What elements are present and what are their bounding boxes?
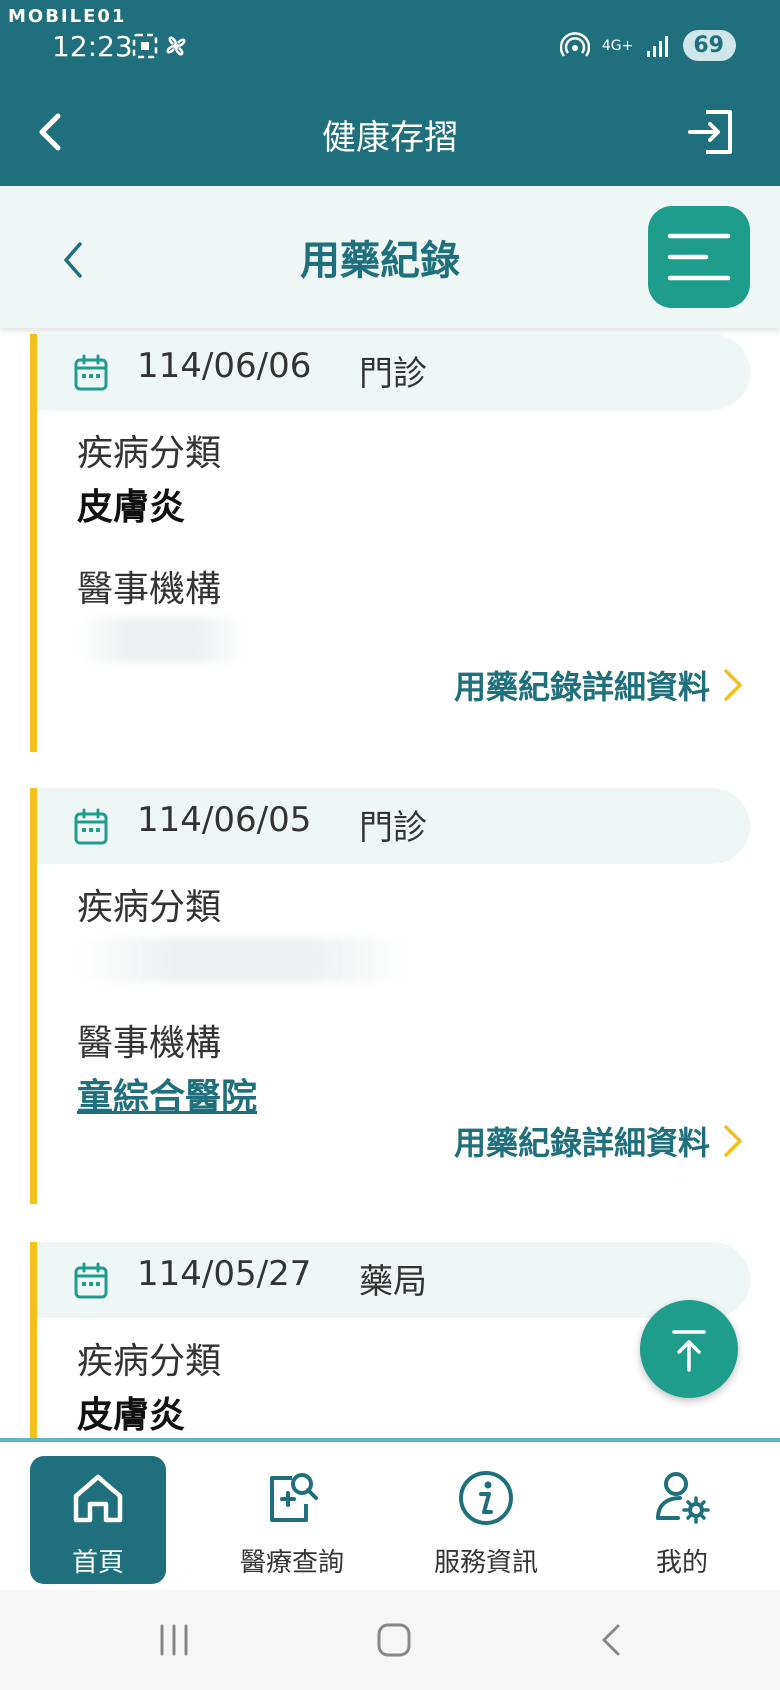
tab-home[interactable]: 首頁 xyxy=(30,1456,166,1584)
sub-header: 用藥紀錄 xyxy=(0,186,780,328)
record-type: 門診 xyxy=(359,354,427,394)
record-card: 114/06/06 門診 疾病分類 皮膚炎 醫事機構 用藥紀錄詳細資料 xyxy=(30,334,750,752)
status-icons-right: 4G+ 69 xyxy=(559,30,736,61)
arrow-up-icon xyxy=(672,1330,706,1372)
chevron-right-icon xyxy=(724,669,742,701)
status-bar: MOBILE01 12:23 4G+ 69 xyxy=(0,0,780,80)
logout-button[interactable] xyxy=(684,104,740,160)
record-date: 114/06/06 xyxy=(137,346,312,386)
disease-label: 疾病分類 xyxy=(77,887,222,928)
user-settings-icon xyxy=(656,1472,710,1524)
medication-record-list: 114/06/06 門診 疾病分類 皮膚炎 醫事機構 用藥紀錄詳細資料 114/… xyxy=(0,328,780,1438)
tab-label: 首頁 xyxy=(71,1548,124,1578)
record-header: 114/06/05 門診 xyxy=(37,788,750,864)
record-type: 藥局 xyxy=(359,1262,427,1302)
system-nav-bar xyxy=(0,1590,780,1690)
calendar-icon xyxy=(74,354,108,391)
home-icon xyxy=(73,1474,123,1523)
logout-icon xyxy=(688,110,732,154)
record-card: 114/06/05 門診 疾病分類 醫事機構 童綜合醫院 用藥紀錄詳細資料 xyxy=(30,788,750,1204)
detail-link-label: 用藥紀錄詳細資料 xyxy=(453,668,710,706)
disease-label: 疾病分類 xyxy=(77,1341,222,1382)
recent-apps-button[interactable] xyxy=(156,1622,192,1658)
app-title: 健康存摺 xyxy=(322,118,458,158)
record-date: 114/05/27 xyxy=(137,1254,312,1294)
status-icons-left xyxy=(132,32,192,64)
battery-level: 69 xyxy=(683,30,736,61)
tab-label: 我的 xyxy=(655,1548,708,1578)
watermark: MOBILE01 xyxy=(8,6,127,27)
disease-value: 皮膚炎 xyxy=(77,487,186,528)
institution-value-redacted xyxy=(77,618,247,662)
calendar-icon xyxy=(74,1262,108,1299)
menu-button[interactable] xyxy=(648,206,750,308)
record-detail-link[interactable]: 用藥紀錄詳細資料 xyxy=(454,1118,744,1164)
disease-label: 疾病分類 xyxy=(77,433,222,474)
record-date: 114/06/05 xyxy=(137,800,312,840)
record-detail-link[interactable]: 用藥紀錄詳細資料 xyxy=(454,662,744,708)
scroll-to-top-button[interactable] xyxy=(640,1300,738,1398)
tab-profile[interactable]: 我的 xyxy=(614,1456,750,1584)
tab-label: 醫療查詢 xyxy=(239,1548,344,1578)
tab-service-info[interactable]: 服務資訊 xyxy=(418,1456,554,1584)
record-header: 114/06/06 門診 xyxy=(37,334,750,410)
disease-value: 皮膚炎 xyxy=(77,1395,186,1436)
institution-label: 醫事機構 xyxy=(77,569,222,610)
chevron-right-icon xyxy=(724,1125,742,1157)
app-bar: 健康存摺 xyxy=(0,80,780,186)
institution-label: 醫事機構 xyxy=(77,1023,222,1064)
medical-search-icon xyxy=(270,1473,318,1522)
bottom-nav: 首頁 醫療查詢 服務資訊 我的 xyxy=(0,1438,780,1590)
back-nav-button[interactable] xyxy=(596,1620,628,1660)
hotspot-icon xyxy=(559,31,590,57)
menu-icon xyxy=(667,233,731,281)
tab-label: 服務資訊 xyxy=(433,1548,538,1578)
record-type: 門診 xyxy=(359,808,427,848)
institution-link[interactable]: 童綜合醫院 xyxy=(77,1068,257,1120)
tab-medical-search[interactable]: 醫療查詢 xyxy=(224,1456,360,1584)
home-nav-button[interactable] xyxy=(374,1620,414,1660)
signal-icon xyxy=(647,35,669,57)
detail-link-label: 用藥紀錄詳細資料 xyxy=(453,1124,710,1162)
network-type: 4G+ xyxy=(601,37,634,54)
info-icon xyxy=(459,1471,513,1525)
status-time: 12:23 xyxy=(52,30,133,63)
disease-value-redacted xyxy=(77,938,407,982)
calendar-icon xyxy=(74,808,108,845)
